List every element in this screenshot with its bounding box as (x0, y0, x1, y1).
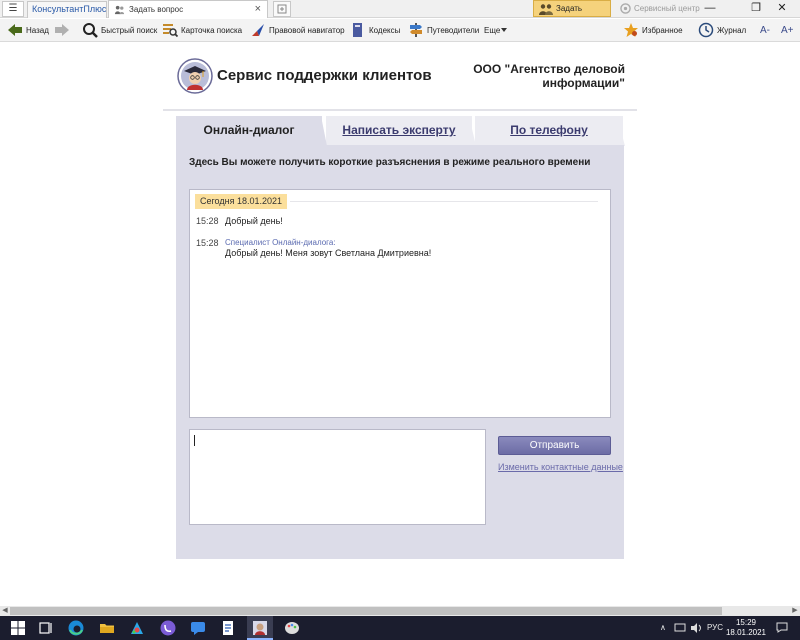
signpost-icon (410, 23, 422, 37)
intro-text: Здесь Вы можете получить короткие разъяс… (189, 157, 591, 168)
journal-button[interactable]: Журнал (698, 19, 746, 42)
clock-date: 18.01.2021 (725, 628, 767, 637)
paint-palette-icon[interactable] (282, 618, 302, 638)
tab-corner (617, 116, 625, 146)
service-center-label: Сервисный центр (634, 4, 700, 13)
navigator-icon (252, 24, 264, 36)
word-document-icon[interactable] (218, 618, 238, 638)
new-tab-icon (277, 4, 287, 14)
back-button[interactable]: Назад (7, 19, 49, 42)
book-icon (353, 23, 362, 37)
tab-write-expert[interactable]: Написать эксперту (326, 116, 472, 146)
date-badge: Сегодня 18.01.2021 (195, 194, 287, 209)
tab-ask-question-label: Задать вопрос (129, 5, 184, 14)
horizontal-scrollbar[interactable]: ◀ ▶ (0, 606, 800, 616)
scroll-right-icon[interactable]: ▶ (790, 606, 800, 616)
people-icon (114, 5, 125, 15)
consultant-plus-task-icon[interactable] (250, 618, 270, 638)
network-icon[interactable] (674, 623, 686, 633)
send-button[interactable]: Отправить (498, 436, 611, 455)
tab-by-phone[interactable]: По телефону (475, 116, 623, 146)
close-window-button[interactable]: ✕ (764, 0, 800, 17)
message-text: Добрый день! Меня зовут Светлана Дмитрие… (225, 248, 432, 258)
service-center-icon (620, 3, 631, 14)
quick-search-button[interactable]: Быстрый поиск (82, 19, 157, 42)
text-caret (194, 435, 195, 446)
star-icon (624, 23, 638, 37)
page-title: Сервис поддержки клиентов (217, 67, 432, 84)
language-indicator[interactable]: РУС (707, 616, 723, 640)
magnifier-icon (83, 23, 98, 38)
ask-question-button[interactable]: Задать вопрос (533, 0, 611, 29)
search-card-icon (163, 24, 178, 38)
message-author: Специалист Онлайн-диалога: (225, 238, 336, 247)
guides-button[interactable]: Путеводители (408, 19, 479, 42)
volume-icon[interactable] (690, 623, 702, 633)
close-tab-icon[interactable]: × (255, 1, 261, 18)
forward-arrow-icon (55, 24, 69, 36)
service-center-button[interactable]: Сервисный центр (617, 0, 700, 17)
message-input[interactable] (189, 429, 486, 525)
tray-chevron-up-icon[interactable]: ∧ (660, 616, 666, 640)
legal-navigator-button[interactable]: Правовой навигатор (250, 19, 345, 42)
message-text: Добрый день! (225, 216, 283, 226)
title-bar: ☰ КонсультантПлюс Задать вопрос × Задать… (0, 0, 800, 29)
task-view-icon[interactable] (36, 618, 56, 638)
tab-corner (469, 116, 476, 146)
chat-history[interactable]: Сегодня 18.01.2021 15:28 Добрый день! 15… (189, 189, 611, 418)
font-increase-button[interactable]: A+ (781, 19, 797, 42)
date-divider (290, 201, 598, 202)
chat-app-icon[interactable] (188, 618, 208, 638)
message-time: 15:28 (196, 238, 219, 248)
notifications-icon[interactable] (776, 622, 788, 633)
clock-time: 15:29 (735, 618, 757, 627)
favorites-button[interactable]: Избранное (623, 19, 683, 42)
system-clock[interactable]: 15:29 18.01.2021 (724, 618, 768, 638)
search-card-button[interactable]: Карточка поиска (162, 19, 242, 42)
app-menu-button[interactable]: ☰ (2, 1, 24, 17)
tab-consultant-plus[interactable]: КонсультантПлюс (27, 1, 107, 18)
font-decrease-button[interactable]: A- (760, 19, 774, 42)
consultants-icon (539, 4, 553, 15)
scroll-left-icon[interactable]: ◀ (0, 606, 10, 616)
tab-online-dialog[interactable]: Онлайн-диалог (176, 116, 322, 146)
edge-browser-icon[interactable] (66, 618, 86, 638)
support-logo-icon (177, 58, 213, 94)
file-explorer-icon[interactable] (97, 618, 117, 638)
chevron-down-icon (501, 28, 507, 32)
clock-history-icon (698, 22, 714, 38)
new-tab-button[interactable] (273, 1, 291, 17)
minimize-button[interactable]: — (692, 0, 728, 17)
scrollbar-thumb[interactable] (10, 607, 722, 615)
tab-corner (321, 116, 327, 146)
message-time: 15:28 (196, 216, 219, 226)
change-contacts-link[interactable]: Изменить контактные данные (498, 462, 623, 472)
paint-icon[interactable] (127, 618, 147, 638)
windows-start-icon[interactable] (8, 618, 28, 638)
main-toolbar: Назад Быстрый поиск Карточка поиска Прав… (0, 19, 800, 42)
back-arrow-icon (8, 24, 22, 36)
windows-taskbar: ∧ РУС 15:29 18.01.2021 (0, 616, 800, 640)
viber-icon[interactable] (158, 618, 178, 638)
organization-name: ООО "Агентство деловой информации" (473, 62, 625, 90)
more-menu[interactable]: Еще (484, 19, 512, 42)
codes-button[interactable]: Кодексы (350, 19, 400, 42)
forward-button[interactable] (54, 19, 74, 42)
tab-ask-question[interactable]: Задать вопрос × (108, 0, 268, 18)
page-header: Сервис поддержки клиентов ООО "Агентство… (163, 55, 637, 111)
